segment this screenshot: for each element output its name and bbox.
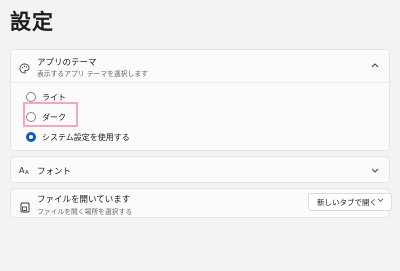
highlight-box	[23, 102, 78, 127]
palette-icon	[19, 59, 30, 78]
svg-text:A: A	[25, 170, 29, 175]
open-file-dropdown[interactable]: 新しいタブで開く	[308, 193, 392, 211]
app-theme-description: 表示するアプリ テーマを選択します	[37, 70, 148, 78]
open-file-label: ファイルを開いています	[37, 195, 131, 205]
radio-system-button[interactable]	[26, 132, 36, 142]
chevron-down-icon	[377, 197, 384, 205]
chevron-down-icon[interactable]	[371, 167, 379, 176]
font-icon: A A	[19, 165, 31, 177]
page-title: 設定	[10, 10, 54, 34]
app-theme-label: アプリのテーマ	[37, 58, 97, 68]
chevron-up-icon[interactable]	[371, 61, 379, 70]
radio-system[interactable]: システム設定を使用する	[26, 132, 146, 146]
open-file-description: ファイルを開く場所を選択する	[37, 208, 133, 216]
radio-light-button[interactable]	[26, 92, 36, 102]
open-file-dropdown-value: 新しいタブで開く	[317, 198, 377, 207]
radio-system-label: システム設定を使用する	[42, 133, 130, 142]
font-label: フォント	[37, 167, 72, 177]
app-theme-header[interactable]: アプリのテーマ 表示するアプリ テーマを選択します	[11, 50, 389, 83]
font-section[interactable]: A A フォント	[10, 156, 390, 183]
open-file-icon	[20, 198, 30, 217]
